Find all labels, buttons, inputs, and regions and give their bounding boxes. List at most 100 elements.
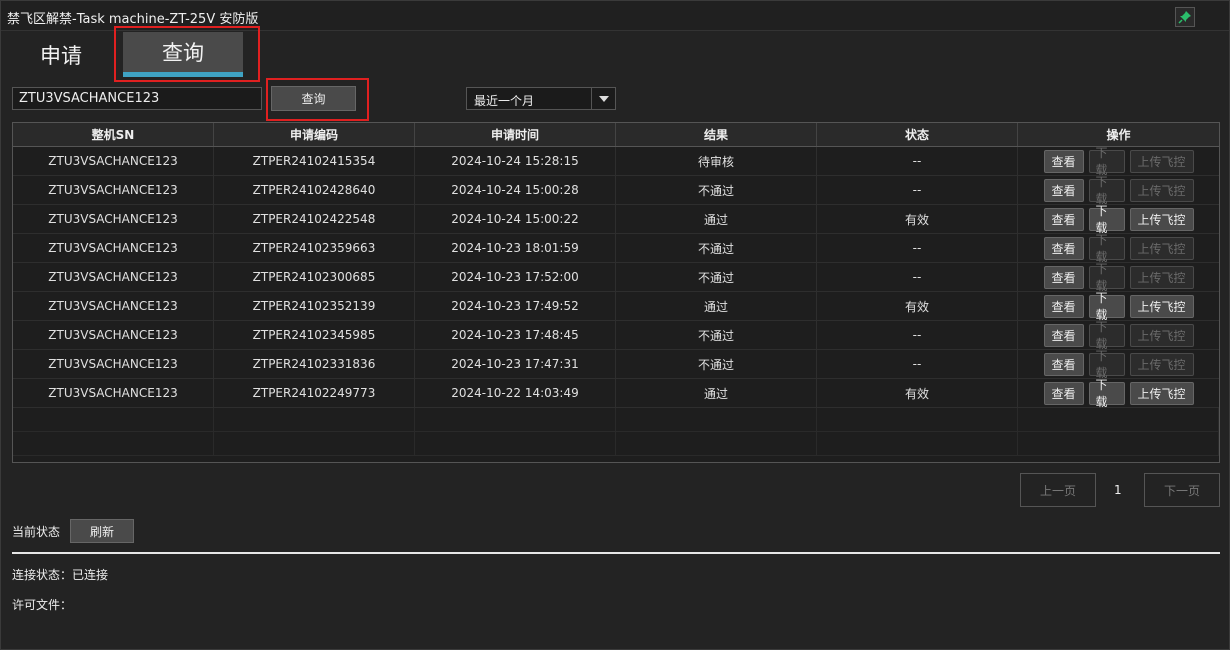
upload-flight-control-button[interactable]: 上传飞控 bbox=[1129, 236, 1194, 260]
cell-sn: ZTU3VSACHANCE123 bbox=[13, 350, 214, 378]
cell-time: 2024-10-24 15:28:15 bbox=[415, 147, 616, 175]
next-page-button[interactable]: 下一页 bbox=[1144, 473, 1220, 507]
cell-code: ZTPER24102352139 bbox=[214, 292, 415, 320]
cell-status: 有效 bbox=[817, 292, 1018, 320]
cell-result: 不通过 bbox=[616, 263, 817, 291]
view-button[interactable]: 查看 bbox=[1043, 323, 1084, 347]
cell-result: 通过 bbox=[616, 292, 817, 320]
cell-time: 2024-10-23 17:48:45 bbox=[415, 321, 616, 349]
cell-time: 2024-10-23 17:47:31 bbox=[415, 350, 616, 378]
col-header-sn: 整机SN bbox=[13, 123, 214, 146]
pin-button[interactable] bbox=[1175, 7, 1195, 27]
tab-query[interactable]: 查询 bbox=[123, 32, 243, 77]
license-file-label: 许可文件： bbox=[12, 598, 73, 612]
cell-result: 待审核 bbox=[616, 147, 817, 175]
view-button[interactable]: 查看 bbox=[1043, 207, 1084, 231]
divider bbox=[12, 552, 1220, 554]
tab-bar: 申请 查询 bbox=[1, 32, 1229, 77]
upload-flight-control-button[interactable]: 上传飞控 bbox=[1129, 294, 1194, 318]
download-button[interactable]: 下载 bbox=[1088, 349, 1125, 380]
view-button[interactable]: 查看 bbox=[1043, 265, 1084, 289]
download-button[interactable]: 下载 bbox=[1088, 175, 1125, 206]
table-row: ZTU3VSACHANCE123 ZTPER24102249773 2024-10-… bbox=[13, 378, 1219, 409]
upload-flight-control-button[interactable]: 上传飞控 bbox=[1129, 207, 1194, 231]
download-button[interactable]: 下载 bbox=[1088, 233, 1125, 264]
cell-sn: ZTU3VSACHANCE123 bbox=[13, 263, 214, 291]
upload-flight-control-button[interactable]: 上传飞控 bbox=[1129, 323, 1194, 347]
cell-actions: 查看 下载 上传飞控 bbox=[1018, 320, 1219, 351]
table-header: 整机SN 申请编码 申请时间 结果 状态 操作 bbox=[13, 123, 1219, 147]
title-bar: 禁飞区解禁-Task machine-ZT-25V 安防版 bbox=[1, 1, 1229, 31]
upload-flight-control-button[interactable]: 上传飞控 bbox=[1129, 381, 1194, 405]
sn-search-input[interactable] bbox=[12, 87, 262, 110]
cell-actions: 查看 下载 上传飞控 bbox=[1018, 291, 1219, 322]
table-row: ZTU3VSACHANCE123 ZTPER24102300685 2024-10-… bbox=[13, 262, 1219, 293]
upload-flight-control-button[interactable]: 上传飞控 bbox=[1129, 149, 1194, 173]
cell-actions: 查看 下载 上传飞控 bbox=[1018, 146, 1219, 177]
col-header-actions: 操作 bbox=[1106, 128, 1131, 142]
cell-status: -- bbox=[817, 321, 1018, 349]
query-button[interactable]: 查询 bbox=[271, 86, 356, 111]
dropdown-button[interactable] bbox=[591, 88, 615, 109]
cell-code: ZTPER24102331836 bbox=[214, 350, 415, 378]
cell-sn: ZTU3VSACHANCE123 bbox=[13, 176, 214, 204]
cell-code: ZTPER24102422548 bbox=[214, 205, 415, 233]
refresh-button[interactable]: 刷新 bbox=[70, 519, 134, 543]
cell-time: 2024-10-22 14:03:49 bbox=[415, 379, 616, 407]
download-button[interactable]: 下载 bbox=[1088, 291, 1125, 322]
cell-result: 通过 bbox=[616, 205, 817, 233]
download-button[interactable]: 下载 bbox=[1088, 378, 1125, 409]
tab-apply[interactable]: 申请 bbox=[11, 32, 111, 77]
download-button[interactable]: 下载 bbox=[1088, 262, 1125, 293]
view-button[interactable]: 查看 bbox=[1043, 178, 1084, 202]
cell-time: 2024-10-24 15:00:28 bbox=[415, 176, 616, 204]
cell-result: 不通过 bbox=[616, 350, 817, 378]
view-button[interactable]: 查看 bbox=[1043, 381, 1084, 405]
cell-actions: 查看 下载 上传飞控 bbox=[1018, 378, 1219, 409]
table-row: ZTU3VSACHANCE123 ZTPER24102428640 2024-10-… bbox=[13, 175, 1219, 206]
cell-code: ZTPER24102300685 bbox=[214, 263, 415, 291]
table-row: ZTU3VSACHANCE123 ZTPER24102415354 2024-10-… bbox=[13, 146, 1219, 177]
cell-status: 有效 bbox=[817, 379, 1018, 407]
cell-code: ZTPER24102345985 bbox=[214, 321, 415, 349]
view-button[interactable]: 查看 bbox=[1043, 352, 1084, 376]
table-row: ZTU3VSACHANCE123 ZTPER24102331836 2024-10-… bbox=[13, 349, 1219, 380]
current-status-label: 当前状态 bbox=[12, 525, 61, 539]
cell-sn: ZTU3VSACHANCE123 bbox=[13, 205, 214, 233]
cell-time: 2024-10-23 17:52:00 bbox=[415, 263, 616, 291]
table-row: ZTU3VSACHANCE123 ZTPER24102359663 2024-10-… bbox=[13, 233, 1219, 264]
cell-actions: 查看 下载 上传飞控 bbox=[1018, 204, 1219, 235]
cell-actions: 查看 下载 上传飞控 bbox=[1018, 349, 1219, 380]
download-button[interactable]: 下载 bbox=[1088, 204, 1125, 235]
cell-result: 不通过 bbox=[616, 234, 817, 262]
empty-row bbox=[13, 432, 1219, 456]
table-row: ZTU3VSACHANCE123 ZTPER24102422548 2024-10-… bbox=[13, 204, 1219, 235]
view-button[interactable]: 查看 bbox=[1043, 149, 1084, 173]
col-header-result: 结果 bbox=[616, 123, 817, 146]
cell-result: 不通过 bbox=[616, 176, 817, 204]
cell-code: ZTPER24102428640 bbox=[214, 176, 415, 204]
cell-actions: 查看 下载 上传飞控 bbox=[1018, 233, 1219, 264]
cell-status: 有效 bbox=[817, 205, 1018, 233]
cell-sn: ZTU3VSACHANCE123 bbox=[13, 379, 214, 407]
table-row: ZTU3VSACHANCE123 ZTPER24102345985 2024-10-… bbox=[13, 320, 1219, 351]
upload-flight-control-button[interactable]: 上传飞控 bbox=[1129, 178, 1194, 202]
download-button[interactable]: 下载 bbox=[1088, 320, 1125, 351]
download-button[interactable]: 下载 bbox=[1088, 146, 1125, 177]
upload-flight-control-button[interactable]: 上传飞控 bbox=[1129, 352, 1194, 376]
col-header-status: 状态 bbox=[817, 123, 1018, 146]
cell-time: 2024-10-24 15:00:22 bbox=[415, 205, 616, 233]
page-number: 1 bbox=[1114, 483, 1122, 497]
prev-page-button[interactable]: 上一页 bbox=[1020, 473, 1096, 507]
results-table: 整机SN 申请编码 申请时间 结果 状态 操作 ZTU3VSACHANCE123… bbox=[12, 122, 1220, 463]
date-range-value: 最近一个月 bbox=[474, 94, 535, 108]
pin-icon bbox=[1178, 11, 1191, 24]
date-range-select[interactable]: 最近一个月 bbox=[466, 87, 616, 110]
upload-flight-control-button[interactable]: 上传飞控 bbox=[1129, 265, 1194, 289]
table-body: ZTU3VSACHANCE123 ZTPER24102415354 2024-10-… bbox=[13, 146, 1219, 409]
view-button[interactable]: 查看 bbox=[1043, 294, 1084, 318]
view-button[interactable]: 查看 bbox=[1043, 236, 1084, 260]
cell-actions: 查看 下载 上传飞控 bbox=[1018, 262, 1219, 293]
connection-status: 连接状态：已连接 bbox=[12, 568, 109, 582]
cell-status: -- bbox=[817, 263, 1018, 291]
